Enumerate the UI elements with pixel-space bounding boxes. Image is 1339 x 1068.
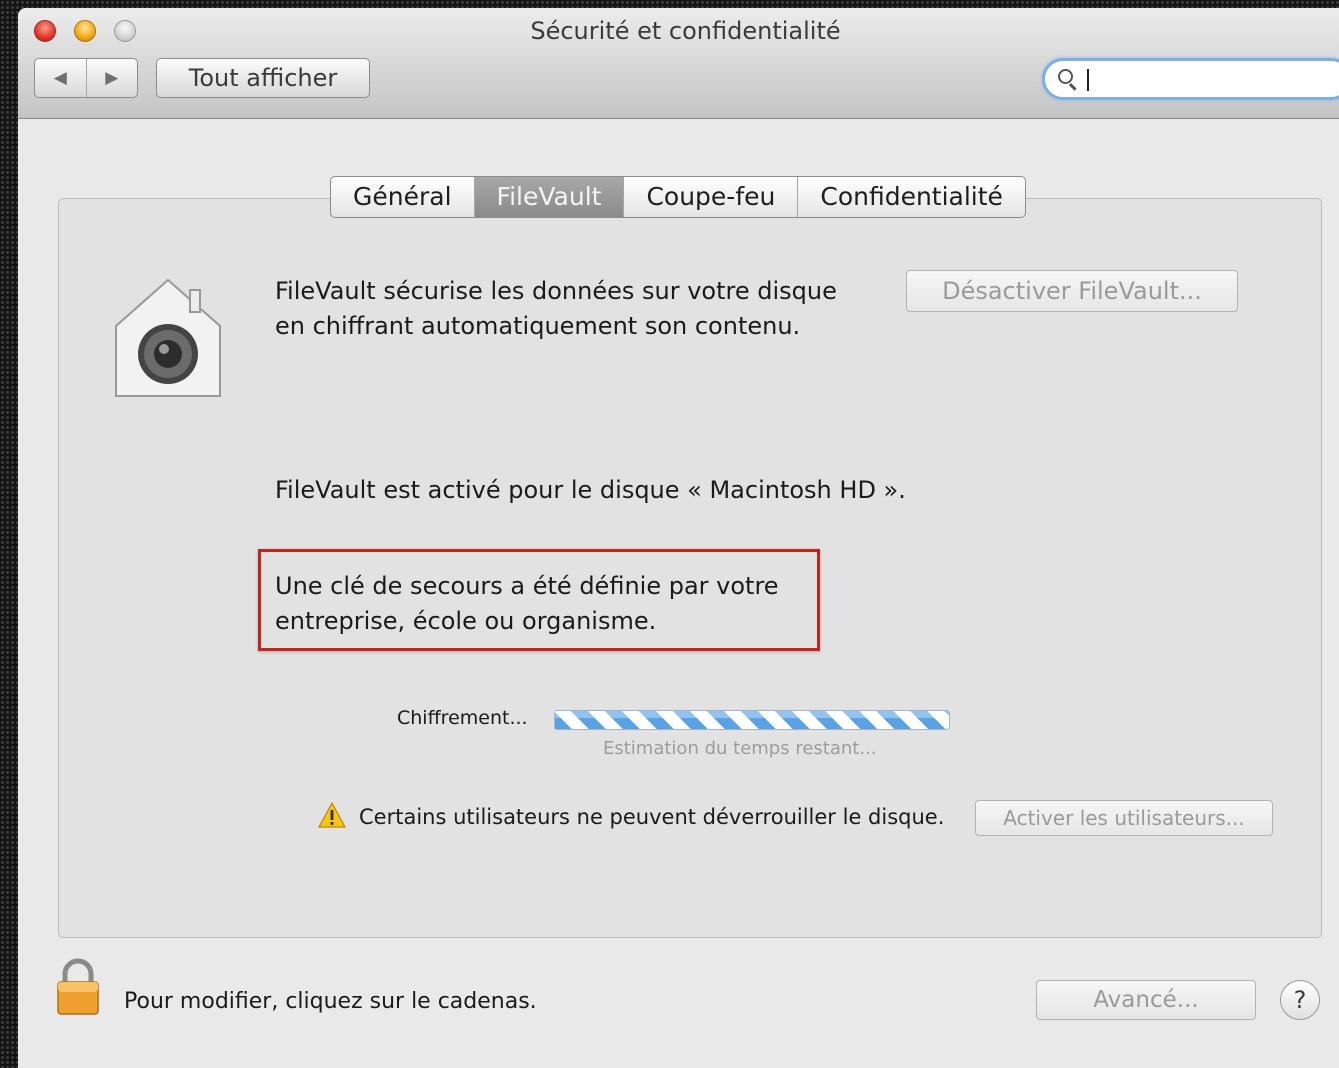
preferences-window: Sécurité et confidentialité ◀ ▶ Tout aff… — [18, 8, 1339, 1068]
show-all-button[interactable]: Tout afficher — [156, 58, 370, 98]
filevault-description: FileVault sécurise les données sur votre… — [275, 274, 837, 344]
encryption-progress-bar — [554, 710, 950, 730]
tab-firewall[interactable]: Coupe-feu — [624, 177, 799, 217]
tab-bar: Général FileVault Coupe-feu Confidential… — [330, 176, 1026, 218]
description-line-2: en chiffrant automatiquement son contenu… — [275, 312, 801, 340]
warning-text: Certains utilisateurs ne peuvent déverro… — [359, 805, 945, 829]
search-icon — [1058, 69, 1073, 84]
filevault-house-icon — [115, 278, 221, 397]
enable-users-button[interactable]: Activer les utilisateurs... — [975, 800, 1273, 836]
search-input[interactable] — [1085, 66, 1339, 94]
lock-icon[interactable] — [56, 958, 100, 1016]
disable-filevault-button[interactable]: Désactiver FileVault... — [906, 270, 1238, 312]
tab-filevault[interactable]: FileVault — [474, 177, 625, 217]
tab-privacy[interactable]: Confidentialité — [798, 177, 1025, 217]
description-line-1: FileVault sécurise les données sur votre… — [275, 277, 837, 305]
back-button[interactable]: ◀ — [35, 59, 87, 97]
history-nav: ◀ ▶ — [34, 58, 138, 98]
encryption-label: Chiffrement... — [397, 707, 528, 729]
warning-icon — [318, 802, 346, 828]
lock-hint: Pour modifier, cliquez sur le cadenas. — [124, 989, 537, 1014]
text-caret — [1087, 69, 1089, 91]
search-field[interactable] — [1042, 58, 1339, 100]
filevault-status: FileVault est activé pour le disque « Ma… — [275, 476, 906, 504]
title-bar: Sécurité et confidentialité ◀ ▶ Tout aff… — [18, 8, 1339, 119]
advanced-button[interactable]: Avancé... — [1036, 980, 1256, 1020]
help-button[interactable]: ? — [1280, 980, 1320, 1020]
tab-general[interactable]: Général — [331, 177, 475, 217]
recovery-line-2: entreprise, école ou organisme. — [275, 607, 657, 635]
time-estimate: Estimation du temps restant... — [603, 738, 877, 759]
back-arrow-icon: ◀ — [53, 68, 67, 88]
forward-arrow-icon: ▶ — [105, 68, 119, 88]
recovery-line-1: Une clé de secours a été définie par vot… — [275, 572, 779, 600]
window-title: Sécurité et confidentialité — [530, 17, 841, 45]
forward-button[interactable]: ▶ — [87, 59, 138, 97]
recovery-key-notice: Une clé de secours a été définie par vot… — [275, 569, 779, 639]
